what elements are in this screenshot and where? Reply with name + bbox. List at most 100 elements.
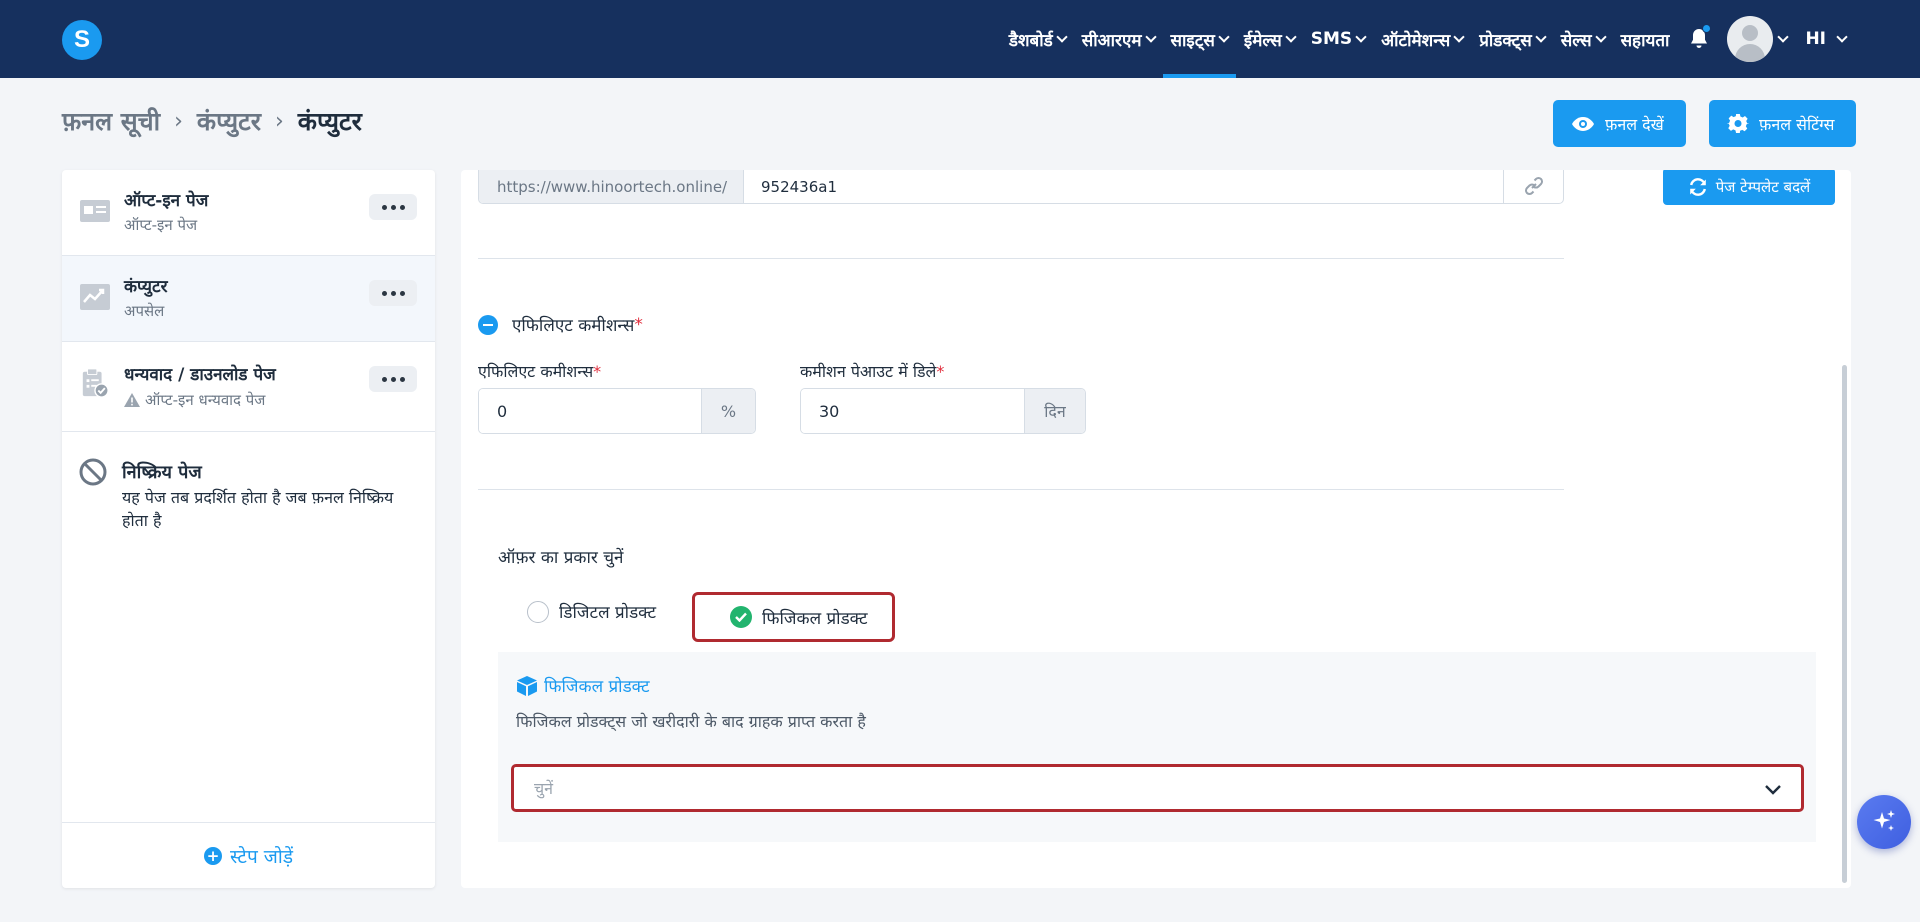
top-navbar: S डैशबोर्ड सीआरएम साइट्स ईमेल्स SMS ऑटोम… — [0, 0, 1920, 78]
nav-item-automations[interactable]: ऑटोमेशन्स — [1373, 0, 1471, 78]
chevron-right-icon: › — [274, 108, 284, 134]
gear-icon — [1727, 113, 1749, 133]
radio-unchecked-icon — [527, 600, 549, 623]
offer-digital-radio[interactable]: डिजिटल प्रोडक्ट — [527, 600, 656, 623]
view-funnel-button[interactable]: फ़नल देखें — [1553, 100, 1686, 147]
step-title: कंप्युटर — [124, 277, 168, 297]
chevron-down-icon — [1056, 30, 1068, 43]
language-selector[interactable]: HI — [1797, 0, 1854, 78]
ban-icon — [79, 458, 107, 486]
box-icon — [517, 675, 537, 696]
app-logo[interactable]: S — [62, 20, 102, 60]
chevron-down-icon — [1285, 30, 1297, 43]
nav-label: ईमेल्स — [1243, 30, 1282, 51]
payout-delay-input[interactable] — [801, 389, 1024, 433]
step-optin-page[interactable]: ऑप्ट-इन पेज ऑप्ट-इन पेज — [62, 170, 435, 256]
avatar[interactable] — [1727, 16, 1774, 62]
physical-product-select[interactable]: चुनें — [511, 764, 1804, 812]
nav-item-sales[interactable]: सेल्स — [1553, 0, 1613, 78]
chevron-down-icon — [1777, 30, 1790, 43]
eye-icon — [1572, 116, 1594, 131]
step-subtitle: अपसेल — [124, 302, 165, 320]
physical-product-title: फिजिकल प्रोडक्ट — [516, 674, 650, 697]
divider — [478, 258, 1564, 259]
view-funnel-label: फ़नल देखें — [1605, 114, 1664, 134]
step-settings-panel: पेज टेम्पलेट बदलें https://www.hinoortec… — [461, 170, 1851, 888]
step-options-button[interactable] — [369, 366, 417, 392]
affiliate-commissions-toggle[interactable]: एफिलिएट कमीशन्स * — [478, 313, 643, 336]
chevron-down-icon — [1594, 30, 1607, 43]
physical-title-text: फिजिकल प्रोडक्ट — [544, 677, 650, 697]
minus-circle-icon — [478, 314, 498, 335]
step-title: धन्यवाद / डाउनलोड पेज — [124, 365, 276, 385]
url-prefix: https://www.hinoortech.online/ — [479, 170, 744, 203]
language-label: HI — [1805, 29, 1826, 49]
nav-label: प्रोडक्ट्स — [1479, 30, 1532, 51]
change-template-label: पेज टेम्पलेट बदलें — [1715, 177, 1811, 196]
affiliate-section-label: एफिलिएट कमीशन्स — [512, 316, 635, 336]
nav-label: सीआरएम — [1081, 30, 1142, 51]
ai-assistant-button[interactable] — [1857, 795, 1911, 849]
plus-circle-icon: + — [204, 846, 222, 865]
avatar-menu-toggle[interactable] — [1773, 0, 1793, 78]
scrollbar[interactable] — [1842, 365, 1847, 883]
inactive-page-title: निष्क्रिय पेज — [122, 462, 202, 483]
chevron-down-icon — [1765, 785, 1781, 795]
nav-label: साइट्स — [1170, 30, 1215, 51]
breadcrumb: फ़नल सूची › कंप्युटर › कंप्युटर — [62, 104, 362, 138]
add-step-button[interactable]: + स्टेप जोड़ें — [62, 822, 435, 888]
days-addon: दिन — [1024, 389, 1085, 433]
nav-item-crm[interactable]: सीआरएम — [1074, 0, 1163, 78]
check-circle-icon — [730, 606, 752, 628]
percent-addon: % — [701, 389, 755, 433]
commission-field-label: एफिलिएट कमीशन्स* — [478, 362, 602, 381]
inactive-page-description: यह पेज तब प्रदर्शित होता है जब फ़नल निष्… — [122, 488, 394, 530]
offer-physical-radio[interactable]: फिजिकल प्रोडक्ट — [692, 592, 895, 642]
nav-label: सेल्स — [1560, 30, 1592, 51]
nav-item-sites[interactable]: साइट्स — [1162, 0, 1237, 78]
nav-item-products[interactable]: प्रोडक्ट्स — [1471, 0, 1553, 78]
step-options-button[interactable] — [369, 280, 417, 306]
chevron-down-icon — [1535, 30, 1547, 43]
sparkle-icon — [1873, 810, 1895, 831]
step-title: ऑप्ट-इन पेज — [124, 191, 209, 211]
chevron-down-icon — [1453, 30, 1465, 43]
refresh-icon — [1689, 177, 1706, 196]
offer-type-label: ऑफ़र का प्रकार चुनें — [498, 548, 624, 568]
physical-product-section: फिजिकल प्रोडक्ट फिजिकल प्रोडक्ट्स जो खरी… — [498, 652, 1816, 842]
nav-label: SMS — [1310, 29, 1353, 49]
nav-item-emails[interactable]: ईमेल्स — [1236, 0, 1303, 78]
notification-dot — [1702, 24, 1712, 33]
funnel-settings-label: फ़नल सेटिंग्स — [1759, 114, 1835, 134]
nav-item-dashboard[interactable]: डैशबोर्ड — [1001, 0, 1074, 78]
upsell-chart-icon — [80, 284, 110, 310]
step-subtitle-row: ऑप्ट-इन धन्यवाद पेज — [124, 390, 265, 410]
commission-input[interactable] — [479, 389, 701, 433]
url-slug-input[interactable] — [744, 170, 1503, 203]
change-template-button[interactable]: पेज टेम्पलेट बदलें — [1663, 170, 1835, 205]
add-step-label: स्टेप जोड़ें — [230, 845, 293, 868]
payout-delay-field: दिन — [800, 388, 1086, 434]
funnel-settings-button[interactable]: फ़नल सेटिंग्स — [1709, 100, 1856, 147]
optin-form-icon — [80, 200, 110, 222]
step-subtitle: ऑप्ट-इन धन्यवाद पेज — [145, 391, 266, 409]
nav-label: ऑटोमेशन्स — [1381, 30, 1451, 51]
breadcrumb-funnel[interactable]: कंप्युटर — [197, 104, 261, 138]
page-url-field: https://www.hinoortech.online/ — [478, 170, 1564, 204]
nav-label: डैशबोर्ड — [1008, 30, 1053, 51]
notification-bell-icon[interactable] — [1683, 0, 1715, 78]
step-options-button[interactable] — [369, 194, 417, 220]
breadcrumb-funnel-list[interactable]: फ़नल सूची — [62, 104, 160, 138]
funnel-steps-sidebar: ऑप्ट-इन पेज ऑप्ट-इन पेज कंप्युटर अपसेल ध… — [62, 170, 435, 888]
link-icon[interactable] — [1503, 170, 1563, 203]
step-subtitle: ऑप्ट-इन पेज — [124, 216, 198, 234]
chevron-right-icon: › — [174, 108, 183, 134]
required-asterisk: * — [634, 314, 643, 335]
select-placeholder: चुनें — [534, 779, 554, 798]
physical-product-description: फिजिकल प्रोडक्ट्स जो खरीदारी के बाद ग्रा… — [516, 712, 866, 731]
nav-item-help[interactable]: सहायता — [1613, 0, 1678, 78]
step-thankyou-page[interactable]: धन्यवाद / डाउनलोड पेज ऑप्ट-इन धन्यवाद पे… — [62, 342, 435, 432]
nav-item-sms[interactable]: SMS — [1303, 0, 1373, 78]
clipboard-check-icon — [82, 368, 109, 398]
step-upsell-computer[interactable]: कंप्युटर अपसेल — [62, 256, 435, 342]
